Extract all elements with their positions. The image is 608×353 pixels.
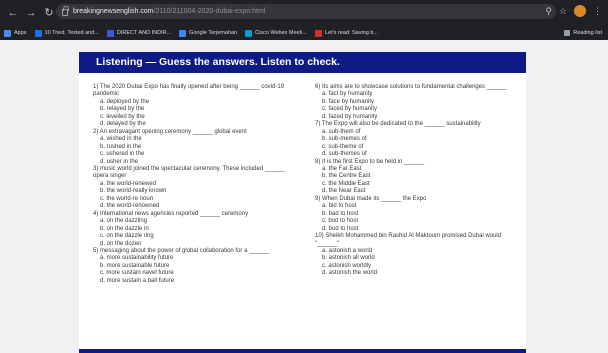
page-viewport: Listening — Guess the answers. Listen to…	[0, 40, 608, 353]
section-banner: Listening — Guess the answers. Listen to…	[79, 52, 526, 73]
questions-column-left: 1) The 2020 Dubai Expo has finally opene…	[93, 84, 301, 285]
answer-option: d. the world-renowned	[100, 203, 160, 210]
question-text: 2) An extravagant opening ceremony _____…	[93, 128, 247, 135]
answer-option: b. more sustainable future	[100, 262, 170, 269]
question-text: 4) International news agencies reported …	[93, 210, 249, 217]
toolbar-icons: ⚲ ☆ ⋮	[545, 4, 602, 18]
answer-option: c. more sustain navel future	[100, 270, 174, 277]
bookmark-label: 10 Tried, Tested and...	[44, 30, 99, 36]
question-text: 6) Its aims are to showcase solutions to…	[315, 84, 507, 90]
bookmark-item[interactable]: Apps	[4, 29, 27, 37]
bookmark-icon	[314, 29, 322, 37]
reading-list-label: Reading list	[573, 30, 602, 36]
bookmark-label: Let's read: Saving b...	[324, 30, 378, 36]
menu-dots-icon[interactable]: ⋮	[593, 4, 602, 18]
reading-list-icon	[564, 30, 571, 36]
answer-option: c. astonish worldly	[322, 262, 372, 269]
bookmark-icon	[4, 29, 11, 37]
bookmark-label: Apps	[14, 30, 27, 36]
answer-option: c. faced by humanity	[322, 106, 378, 113]
answer-option: c. the world-re noun	[100, 195, 154, 202]
bookmark-item[interactable]: Cisco Webex Meeti...	[245, 29, 307, 37]
question-text: 9) When Dubai made its ______ the Expo	[315, 195, 427, 202]
answer-option: d. sub-themes of	[322, 151, 367, 158]
bookmark-icon	[179, 29, 187, 37]
answer-option: a. sub-them of	[322, 128, 361, 135]
question-text: 10) Sheikh Mohammed bin Rashid Al Maktou…	[315, 233, 502, 247]
answer-option: b. rushed in the	[100, 143, 142, 150]
answer-option: a. wished in the	[100, 136, 142, 143]
bookmark-label: DIRECT AND INDIR...	[116, 30, 172, 36]
bookmarks-bar: Apps 10 Tried, Tested and... DIRECT AND IN…	[0, 26, 608, 40]
answer-option: c. bod to host	[322, 218, 359, 225]
bookmark-icon	[34, 29, 42, 37]
reading-list-button[interactable]: Reading list	[564, 26, 602, 40]
question-text: 7) The Expo will also be dedicated to th…	[315, 121, 481, 128]
answer-option: b. sub-memes of	[322, 136, 367, 143]
bookmark-label: Cisco Webex Meeti...	[255, 30, 307, 36]
bookmark-item[interactable]: Let's read: Saving b...	[314, 29, 378, 37]
answer-option: c. the Middle East	[322, 180, 370, 187]
answer-option: d. on the dozen	[100, 240, 142, 247]
answer-option: c. sub-theme of	[322, 143, 364, 150]
answer-option: a. the world-renewed	[100, 180, 157, 187]
question-text: 5) messaging about the power of global c…	[93, 247, 270, 254]
answer-option: c. levelled by the	[100, 113, 145, 120]
address-bar[interactable]: breakingnewsenglish.com/2110/211004-2020…	[56, 4, 556, 19]
answer-option: b. the Centre East	[322, 173, 371, 180]
answer-option: b. astonish all world	[322, 255, 375, 262]
answer-option: d. usher in the	[100, 158, 139, 165]
answer-option: d. astonish the world	[322, 270, 378, 277]
answer-option: a. astonish a world	[322, 247, 373, 254]
answer-option: c. ushered in the	[100, 151, 145, 158]
back-arrow-icon[interactable]: ←	[6, 6, 20, 20]
bookmark-item[interactable]: Google Terjemahan	[179, 29, 238, 37]
answer-option: a. bid to host	[322, 203, 357, 210]
questions-column-right: 6) Its aims are to showcase solutions to…	[315, 84, 519, 278]
url-text: breakingnewsenglish.com/2110/211004-2020…	[73, 8, 266, 15]
bookmark-item[interactable]: DIRECT AND INDIR...	[106, 29, 172, 37]
answer-option: b. relayed by the	[100, 106, 145, 113]
answer-option: c. on the dazzle ring	[100, 233, 154, 240]
key-icon[interactable]: ⚲	[545, 4, 552, 18]
bookmark-item[interactable]: 10 Tried, Tested and...	[34, 29, 99, 37]
answer-option: a. fact by humanity	[322, 91, 373, 98]
browser-chrome: ← → ↻ breakingnewsenglish.com/2110/21100…	[0, 0, 608, 40]
answer-option: b. on the dazzle in	[100, 225, 149, 232]
question-text: 8) It is the first Expo to be held in __…	[315, 158, 425, 165]
footer-banner-edge	[79, 349, 526, 353]
question-text: 3) music world joined the spectacular ce…	[93, 165, 285, 180]
answer-option: a. the Far East	[322, 165, 362, 172]
bookmark-icon	[106, 29, 114, 37]
extension-icon[interactable]	[574, 5, 586, 17]
answer-option: b. bad to host	[322, 210, 359, 217]
answer-option: d. bud to host	[322, 225, 359, 232]
answer-option: d. delayed by the	[100, 121, 146, 128]
reload-icon[interactable]: ↻	[42, 6, 56, 20]
answer-option: d. the Near East	[322, 188, 366, 195]
answer-option: b. face by humanity	[322, 98, 375, 105]
answer-option: d. fazed by humanity	[322, 113, 378, 120]
answer-option: d. more sustain a ball future	[100, 277, 175, 284]
star-icon[interactable]: ☆	[559, 4, 567, 18]
worksheet: Listening — Guess the answers. Listen to…	[79, 52, 526, 353]
answer-option: b. the world-really known	[100, 188, 167, 195]
bookmark-icon	[245, 29, 253, 37]
section-title: Listening — Guess the answers. Listen to…	[96, 56, 340, 68]
forward-arrow-icon[interactable]: →	[24, 6, 38, 20]
answer-option: a. on the dazzling	[100, 218, 148, 225]
answer-option: a. deployed by the	[100, 98, 150, 105]
answer-option: a. more sustainability future	[100, 255, 174, 262]
lock-icon	[62, 6, 69, 16]
question-text: 1) The 2020 Dubai Expo has finally opene…	[93, 84, 285, 98]
bookmark-label: Google Terjemahan	[189, 30, 238, 36]
